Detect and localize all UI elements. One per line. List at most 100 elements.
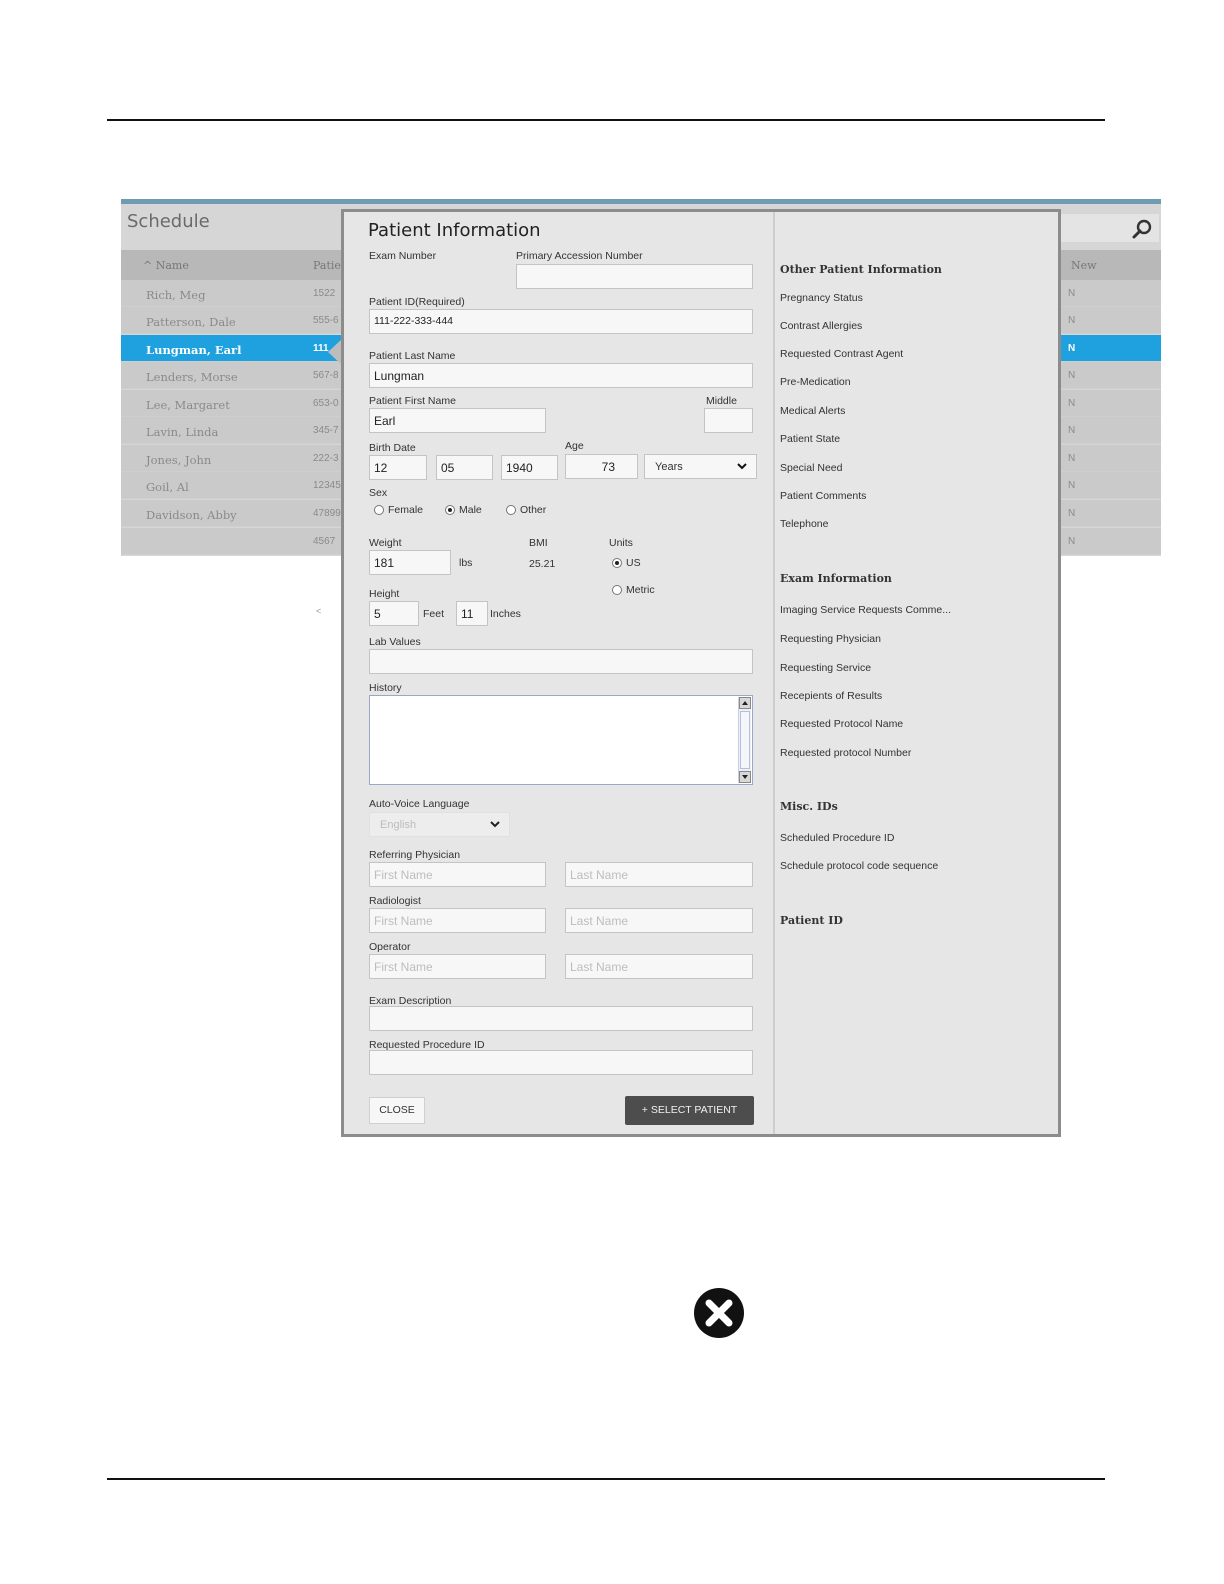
patient-id-heading: Patient ID [780,914,843,927]
height-feet-input[interactable]: 5 [369,601,419,626]
first-name-label: Patient First Name [369,395,456,407]
scroll-down-arrow-icon[interactable] [739,771,751,783]
other-info-item[interactable]: Requested Contrast Agent [780,348,903,360]
exam-info-item[interactable]: Requesting Service [780,662,871,674]
row-new: N [1068,480,1076,491]
row-new: N [1068,453,1076,464]
row-new: N [1068,398,1076,409]
scroll-up-arrow-icon[interactable] [739,697,751,709]
primary-accession-input[interactable] [516,264,753,289]
exam-info-item[interactable]: Imaging Service Requests Comme... [780,604,951,616]
exam-info-item[interactable]: Recepients of Results [780,690,882,702]
column-header-new[interactable]: New [1071,259,1097,272]
radio-circle-selected [445,505,455,515]
last-name-label: Patient Last Name [369,350,456,362]
history-scrollbar[interactable] [738,697,751,783]
row-new: N [1068,425,1076,436]
row-patient-id: 4567 [313,536,336,547]
radio-circle [612,585,622,595]
radiologist-first-name-input[interactable]: First Name [369,908,546,933]
radio-circle-selected [612,558,622,568]
close-x-icon [694,1288,744,1338]
radiologist-label: Radiologist [369,895,421,907]
other-info-item[interactable]: Pregnancy Status [780,292,863,304]
other-info-item[interactable]: Patient State [780,433,840,445]
sex-male-radio[interactable]: Male [445,504,482,516]
birth-month-input[interactable]: 12 [369,455,427,480]
weight-label: Weight [369,537,402,549]
search-icon[interactable] [1131,218,1153,240]
column-header-name[interactable]: ^ Name [143,259,189,272]
units-metric-radio[interactable]: Metric [612,584,655,596]
lab-values-input[interactable] [369,649,753,674]
small-arrow-icon: < [316,606,322,616]
age-input[interactable]: 73 [565,454,638,479]
requested-procedure-id-input[interactable] [369,1050,753,1075]
operator-label: Operator [369,941,411,953]
sex-other-radio[interactable]: Other [506,504,546,516]
feet-label: Feet [423,608,445,620]
height-inches-input[interactable]: 11 [456,601,488,626]
row-new: N [1068,315,1076,326]
birth-date-label: Birth Date [369,442,416,454]
patient-id-input[interactable]: 111-222-333-444 [369,309,753,334]
radiologist-last-name-input[interactable]: Last Name [565,908,753,933]
other-info-item[interactable]: Special Need [780,462,842,474]
panel-divider [773,212,775,1134]
sex-female-radio[interactable]: Female [374,504,423,516]
height-label: Height [369,588,400,600]
bmi-label: BMI [529,537,548,549]
close-button[interactable]: CLOSE [369,1097,425,1124]
row-new: N [1068,370,1076,381]
units-us-radio[interactable]: US [612,557,641,569]
exam-info-item[interactable]: Requested protocol Number [780,747,911,759]
last-name-input[interactable]: Lungman [369,363,753,388]
history-textarea[interactable] [369,695,753,785]
scroll-thumb[interactable] [740,711,750,769]
middle-input[interactable] [704,408,753,433]
other-info-item[interactable]: Medical Alerts [780,405,845,417]
radio-circle [374,505,384,515]
weight-unit: lbs [459,557,473,569]
other-info-item[interactable]: Patient Comments [780,490,866,502]
weight-input[interactable]: 181 [369,550,451,575]
row-name: Lenders, Morse [146,370,238,384]
exam-info-item[interactable]: Requesting Physician [780,633,881,645]
referring-last-name-input[interactable]: Last Name [565,862,753,887]
row-patient-id: 1522 [313,288,336,299]
lab-values-label: Lab Values [369,636,421,648]
primary-accession-label: Primary Accession Number [516,250,643,262]
exam-number-label: Exam Number [369,250,437,262]
radio-label: Male [459,504,482,516]
birth-year-input[interactable]: 1940 [501,455,558,480]
misc-id-item[interactable]: Schedule protocol code sequence [780,860,938,872]
birth-day-input[interactable]: 05 [436,455,493,480]
units-label: Units [609,537,633,549]
row-patient-id: 111 [313,343,329,354]
row-name: Patterson, Dale [146,315,236,329]
misc-ids-heading: Misc. IDs [780,800,838,813]
other-info-item[interactable]: Telephone [780,518,828,530]
exam-description-input[interactable] [369,1006,753,1031]
row-new: N [1068,536,1076,547]
schedule-title: Schedule [127,211,210,232]
column-header-patient-id[interactable]: Patie [313,259,341,272]
other-patient-info-heading: Other Patient Information [780,263,942,276]
patient-id-label: Patient ID(Required) [369,296,465,308]
radio-circle [506,505,516,515]
row-patient-id: 567-8 [313,370,339,381]
first-name-input[interactable]: Earl [369,408,546,433]
misc-id-item[interactable]: Scheduled Procedure ID [780,832,894,844]
operator-last-name-input[interactable]: Last Name [565,954,753,979]
select-patient-button[interactable]: + SELECT PATIENT [625,1096,754,1125]
referring-first-name-input[interactable]: First Name [369,862,546,887]
row-patient-id: 653-0 [313,398,339,409]
operator-first-name-input[interactable]: First Name [369,954,546,979]
auto-voice-select[interactable]: English [369,812,510,837]
age-unit-select[interactable]: Years [644,454,757,479]
other-info-item[interactable]: Pre-Medication [780,376,851,388]
exam-info-item[interactable]: Requested Protocol Name [780,718,903,730]
bottom-rule [107,1478,1105,1480]
row-name: Lavin, Linda [146,425,219,439]
other-info-item[interactable]: Contrast Allergies [780,320,862,332]
